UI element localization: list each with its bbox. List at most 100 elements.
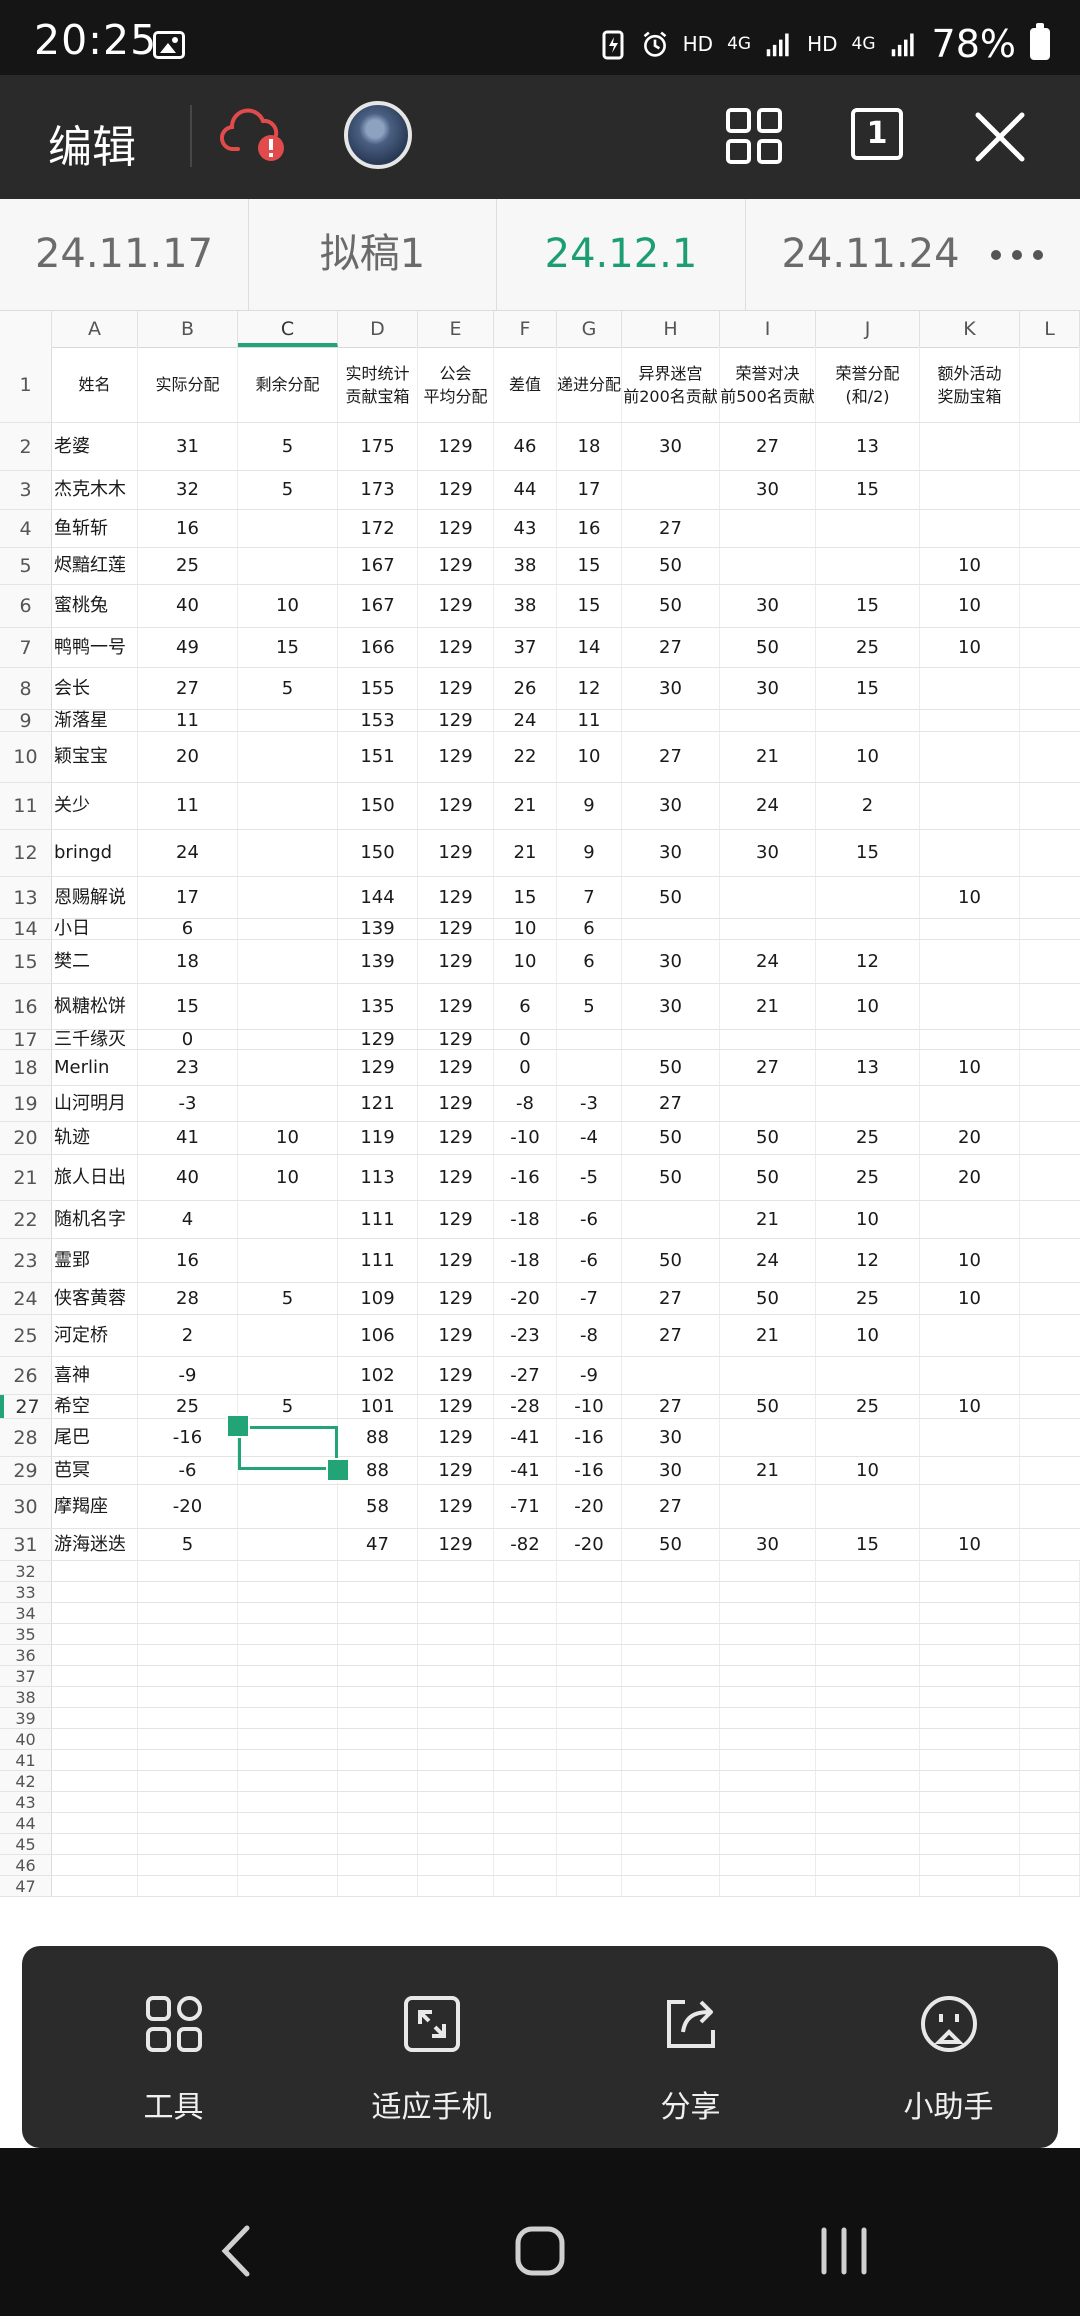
cell-j16[interactable]: 10 <box>816 984 920 1029</box>
cell-a14[interactable]: 小日 <box>52 919 138 939</box>
empty-cell[interactable] <box>494 1603 557 1623</box>
empty-cell[interactable] <box>418 1708 494 1728</box>
cell-h25[interactable]: 27 <box>622 1315 720 1356</box>
cell-f19[interactable]: -8 <box>494 1086 557 1121</box>
cell-k27[interactable]: 10 <box>920 1395 1020 1418</box>
cell-e11[interactable]: 129 <box>418 783 494 829</box>
row-header-16[interactable]: 16 <box>0 984 52 1029</box>
cell-k13[interactable]: 10 <box>920 877 1020 918</box>
cell-c17[interactable] <box>238 1030 338 1049</box>
cell-e6[interactable]: 129 <box>418 585 494 627</box>
empty-cell[interactable] <box>338 1876 418 1896</box>
home-icon[interactable] <box>510 2224 570 2278</box>
cell-b7[interactable]: 49 <box>138 628 238 667</box>
empty-cell[interactable] <box>1020 1687 1080 1707</box>
sheet-tab-1[interactable]: 24.11.17 <box>0 199 249 310</box>
cell-k8[interactable] <box>920 668 1020 709</box>
cell-h13[interactable]: 50 <box>622 877 720 918</box>
cell-a16[interactable]: 枫糖松饼 <box>52 984 138 1029</box>
row-header-26[interactable]: 26 <box>0 1357 52 1394</box>
cell-k24[interactable]: 10 <box>920 1283 1020 1314</box>
cell-f15[interactable]: 10 <box>494 940 557 983</box>
cell-e14[interactable]: 129 <box>418 919 494 939</box>
empty-cell[interactable] <box>622 1876 720 1896</box>
cell-f18[interactable]: 0 <box>494 1050 557 1085</box>
cell-a8[interactable]: 会长 <box>52 668 138 709</box>
empty-cell[interactable] <box>494 1687 557 1707</box>
cell-h17[interactable] <box>622 1030 720 1049</box>
empty-cell[interactable] <box>338 1792 418 1812</box>
user-avatar[interactable] <box>344 101 412 169</box>
empty-cell[interactable] <box>418 1624 494 1644</box>
empty-cell[interactable] <box>557 1750 622 1770</box>
cell-k11[interactable] <box>920 783 1020 829</box>
cell-d29[interactable]: 88 <box>338 1457 418 1484</box>
empty-cell[interactable] <box>816 1666 920 1686</box>
empty-cell[interactable] <box>52 1582 138 1602</box>
cell-b18[interactable]: 23 <box>138 1050 238 1085</box>
cell-h19[interactable]: 27 <box>622 1086 720 1121</box>
empty-cell[interactable] <box>1020 1855 1080 1875</box>
empty-cell[interactable] <box>52 1687 138 1707</box>
cell-b5[interactable]: 25 <box>138 548 238 584</box>
empty-cell[interactable] <box>338 1855 418 1875</box>
empty-cell[interactable] <box>238 1708 338 1728</box>
cell-b13[interactable]: 17 <box>138 877 238 918</box>
cell-f5[interactable]: 38 <box>494 548 557 584</box>
cell-a3[interactable]: 杰克木木 <box>52 471 138 509</box>
empty-cell[interactable] <box>720 1561 816 1581</box>
cell-e27[interactable]: 129 <box>418 1395 494 1418</box>
row-header-42[interactable]: 42 <box>0 1771 52 1791</box>
column-header-e[interactable]: E <box>418 311 494 347</box>
row-header-4[interactable]: 4 <box>0 510 52 547</box>
empty-cell[interactable] <box>557 1771 622 1791</box>
cell-k4[interactable] <box>920 510 1020 547</box>
empty-cell[interactable] <box>418 1855 494 1875</box>
cell-j3[interactable]: 15 <box>816 471 920 509</box>
cell-i1[interactable]: 荣誉对决 前500名贡献 <box>720 347 816 422</box>
cell-k22[interactable] <box>920 1201 1020 1238</box>
empty-cell[interactable] <box>418 1729 494 1749</box>
cell-i10[interactable]: 21 <box>720 732 816 782</box>
cell-e7[interactable]: 129 <box>418 628 494 667</box>
cell-b15[interactable]: 18 <box>138 940 238 983</box>
column-header-k[interactable]: K <box>920 311 1020 347</box>
empty-cell[interactable] <box>52 1813 138 1833</box>
cell-f2[interactable]: 46 <box>494 423 557 470</box>
cell-c12[interactable] <box>238 830 338 876</box>
cell-e30[interactable]: 129 <box>418 1485 494 1528</box>
cell-h24[interactable]: 27 <box>622 1283 720 1314</box>
cell-b14[interactable]: 6 <box>138 919 238 939</box>
cell-d1[interactable]: 实时统计 贡献宝箱 <box>338 347 418 422</box>
cell-e20[interactable]: 129 <box>418 1122 494 1154</box>
empty-cell[interactable] <box>720 1771 816 1791</box>
sheet-tab-3[interactable]: 24.12.1 <box>497 199 746 310</box>
sheet-tab-2[interactable]: 拟稿1 <box>249 199 497 310</box>
empty-cell[interactable] <box>557 1687 622 1707</box>
row-header-28[interactable]: 28 <box>0 1419 52 1456</box>
cell-f26[interactable]: -27 <box>494 1357 557 1394</box>
cell-e13[interactable]: 129 <box>418 877 494 918</box>
row-header-24[interactable]: 24 <box>0 1283 52 1314</box>
cell-k7[interactable]: 10 <box>920 628 1020 667</box>
empty-cell[interactable] <box>816 1876 920 1896</box>
empty-cell[interactable] <box>52 1645 138 1665</box>
empty-cell[interactable] <box>720 1687 816 1707</box>
empty-cell[interactable] <box>816 1645 920 1665</box>
empty-cell[interactable] <box>557 1666 622 1686</box>
empty-cell[interactable] <box>557 1645 622 1665</box>
cell-g2[interactable]: 18 <box>557 423 622 470</box>
cell-h14[interactable] <box>622 919 720 939</box>
cell-i17[interactable] <box>720 1030 816 1049</box>
cell-a1[interactable]: 姓名 <box>52 347 138 422</box>
empty-cell[interactable] <box>557 1624 622 1644</box>
empty-cell[interactable] <box>338 1750 418 1770</box>
cell-f12[interactable]: 21 <box>494 830 557 876</box>
column-header-i[interactable]: I <box>720 311 816 347</box>
empty-cell[interactable] <box>494 1834 557 1854</box>
empty-cell[interactable] <box>720 1750 816 1770</box>
cell-c14[interactable] <box>238 919 338 939</box>
empty-cell[interactable] <box>920 1561 1020 1581</box>
cell-g8[interactable]: 12 <box>557 668 622 709</box>
cell-d26[interactable]: 102 <box>338 1357 418 1394</box>
